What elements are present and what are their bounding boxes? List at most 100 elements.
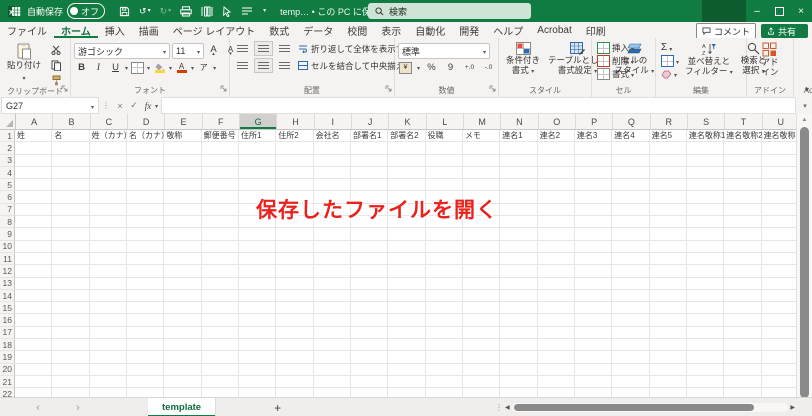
cell-Q14[interactable] (612, 289, 650, 303)
alignment-dialog-launcher[interactable] (385, 84, 392, 95)
cell-U13[interactable] (761, 278, 797, 290)
cell-U10[interactable] (761, 241, 797, 253)
cell-F15[interactable] (201, 302, 239, 315)
cell-A2[interactable] (15, 142, 53, 155)
cell-E18[interactable] (164, 339, 202, 352)
cell-U6[interactable] (761, 191, 797, 204)
font-color-button[interactable]: A (174, 61, 189, 74)
cell-J16[interactable] (350, 314, 389, 327)
cell-T10[interactable] (724, 240, 762, 253)
cell-C13[interactable] (89, 277, 127, 290)
cell-U11[interactable] (761, 253, 797, 266)
cell-M17[interactable] (462, 326, 501, 340)
align-bottom-button[interactable] (275, 41, 294, 56)
cell-L9[interactable] (425, 228, 463, 241)
cell-A17[interactable] (15, 326, 53, 340)
cell-B7[interactable] (52, 203, 90, 217)
cell-P16[interactable] (574, 314, 613, 327)
cell-L16[interactable] (425, 314, 463, 327)
cell-I4[interactable] (313, 166, 351, 180)
cell-J1[interactable]: 部署名1 (350, 130, 389, 143)
cell-O19[interactable] (537, 351, 575, 364)
sort-filter-button[interactable]: AZ 並べ替えと フィルター (681, 41, 737, 78)
ribbon-tab-ファイル[interactable]: ファイル (0, 22, 54, 38)
cell-E3[interactable] (164, 154, 202, 167)
cell-J3[interactable] (350, 154, 389, 167)
row-header-18[interactable]: 18 (0, 339, 15, 352)
cell-Q15[interactable] (612, 302, 650, 315)
cell-E6[interactable] (164, 191, 202, 204)
cell-S2[interactable] (686, 142, 725, 155)
cell-I17[interactable] (313, 326, 351, 340)
cell-G17[interactable] (238, 326, 277, 340)
cell-I20[interactable] (313, 363, 351, 376)
cell-T7[interactable] (724, 203, 762, 217)
cell-N14[interactable] (500, 289, 538, 303)
cell-B17[interactable] (52, 326, 90, 340)
cell-U18[interactable] (761, 339, 797, 352)
cell-U4[interactable] (761, 167, 797, 180)
insert-cells-button[interactable]: 挿入 (595, 42, 636, 54)
cell-I11[interactable] (313, 252, 351, 266)
row-header-14[interactable]: 14 (0, 289, 15, 303)
cell-N13[interactable] (500, 277, 538, 290)
cell-D19[interactable] (126, 351, 165, 364)
prev-sheet-arrow[interactable]: ‹ (30, 402, 46, 414)
align-middle-button[interactable] (254, 41, 273, 56)
cell-O11[interactable] (537, 252, 575, 266)
cell-T2[interactable] (724, 142, 762, 155)
cell-H4[interactable] (276, 166, 314, 180)
cell-G21[interactable] (238, 375, 277, 389)
cell-J15[interactable] (350, 302, 389, 315)
cell-I12[interactable] (313, 265, 351, 278)
cell-Q22[interactable] (612, 388, 650, 397)
cell-H12[interactable] (276, 265, 314, 278)
cell-G12[interactable] (238, 265, 277, 278)
cell-J20[interactable] (350, 363, 389, 376)
cell-S11[interactable] (686, 252, 725, 266)
ribbon-tab-校閲[interactable]: 校閲 (340, 22, 374, 38)
cell-N12[interactable] (500, 265, 538, 278)
cell-O4[interactable] (537, 166, 575, 180)
cell-F11[interactable] (201, 252, 239, 266)
cell-P18[interactable] (574, 339, 613, 352)
column-header-M[interactable]: M (464, 114, 502, 129)
cell-J17[interactable] (350, 326, 389, 340)
cell-T9[interactable] (724, 228, 762, 241)
cell-O1[interactable]: 連名2 (537, 130, 575, 143)
enter-entry-button[interactable]: ✓ (127, 99, 141, 113)
row-header-12[interactable]: 12 (0, 265, 15, 278)
vertical-scrollbar[interactable]: ▲ ▼ (796, 114, 812, 411)
cell-T4[interactable] (724, 166, 762, 180)
cell-N11[interactable] (500, 252, 538, 266)
cell-G13[interactable] (238, 277, 277, 290)
cell-D8[interactable] (126, 216, 165, 229)
cell-T8[interactable] (724, 216, 762, 229)
cell-R7[interactable] (649, 203, 687, 217)
cell-S12[interactable] (686, 265, 725, 278)
cell-Q21[interactable] (612, 375, 650, 389)
cell-I22[interactable] (314, 388, 351, 397)
cell-E17[interactable] (164, 326, 202, 340)
cell-R8[interactable] (649, 216, 687, 229)
cell-O7[interactable] (537, 203, 575, 217)
cell-P13[interactable] (574, 277, 613, 290)
cell-H5[interactable] (276, 179, 314, 192)
cell-K19[interactable] (388, 351, 426, 364)
cell-P6[interactable] (574, 191, 613, 204)
cell-M13[interactable] (462, 277, 501, 290)
cell-A5[interactable] (15, 179, 53, 192)
cell-U1[interactable]: 連名敬称3 (761, 130, 797, 143)
cell-J19[interactable] (350, 351, 389, 364)
cell-O10[interactable] (537, 240, 575, 253)
cell-H20[interactable] (276, 363, 314, 376)
column-header-C[interactable]: C (91, 114, 128, 129)
redo-button[interactable]: ↻ ▾ (160, 6, 172, 16)
cell-Q2[interactable] (612, 142, 650, 155)
cell-O21[interactable] (537, 375, 575, 389)
cell-N19[interactable] (500, 351, 538, 364)
undo-dropdown-icon[interactable]: ▾ (148, 8, 151, 14)
add-sheet-button[interactable]: + (274, 401, 281, 415)
cell-E9[interactable] (164, 228, 202, 241)
cell-D16[interactable] (126, 314, 165, 327)
